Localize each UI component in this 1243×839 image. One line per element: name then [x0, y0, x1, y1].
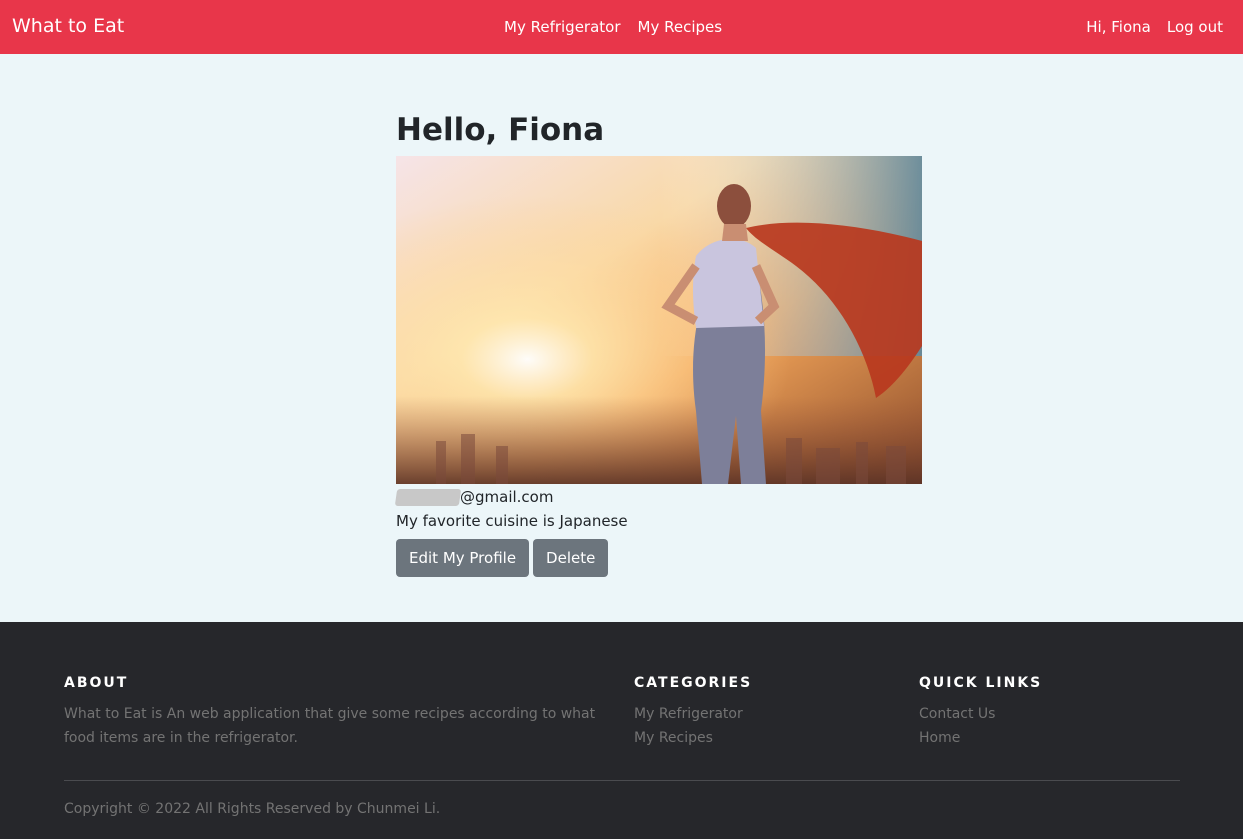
main-nav: My Refrigerator My Recipes: [504, 17, 722, 37]
site-footer: ABOUT What to Eat is An web application …: [0, 622, 1243, 839]
about-heading: ABOUT: [64, 675, 129, 691]
footer-link-home[interactable]: Home: [919, 726, 1179, 750]
footer-link-my-recipes[interactable]: My Recipes: [634, 726, 894, 750]
page-title: Hello, Fiona: [396, 112, 605, 148]
profile-section: Hello, Fiona @gmail.com My favorite cuis…: [394, 110, 922, 577]
logout-link[interactable]: Log out: [1167, 17, 1223, 37]
user-nav: Hi, Fiona Log out: [1086, 17, 1223, 37]
categories-heading: CATEGORIES: [634, 675, 753, 691]
profile-actions: Edit My Profile Delete: [396, 539, 922, 577]
email-text: @gmail.com: [460, 488, 554, 506]
favorite-cuisine: My favorite cuisine is Japanese: [396, 512, 628, 530]
footer-quick-links: QUICK LINKS Contact Us Home: [919, 673, 1179, 750]
delete-button[interactable]: Delete: [533, 539, 609, 577]
user-greeting-link[interactable]: Hi, Fiona: [1086, 17, 1151, 37]
redacted-email-user: [394, 488, 462, 506]
top-navbar: What to Eat My Refrigerator My Recipes H…: [0, 0, 1243, 54]
footer-about: ABOUT What to Eat is An web application …: [64, 673, 609, 750]
footer-link-contact-us[interactable]: Contact Us: [919, 702, 1179, 726]
brand-link[interactable]: What to Eat: [12, 14, 124, 38]
footer-link-my-refrigerator[interactable]: My Refrigerator: [634, 702, 894, 726]
footer-categories: CATEGORIES My Refrigerator My Recipes: [634, 673, 894, 750]
profile-photo: [396, 156, 922, 484]
nav-my-recipes[interactable]: My Recipes: [638, 17, 723, 37]
email-row: @gmail.com: [394, 487, 922, 507]
copyright-text: Copyright © 2022 All Rights Reserved by …: [64, 801, 441, 817]
nav-my-refrigerator[interactable]: My Refrigerator: [504, 17, 621, 37]
edit-profile-button[interactable]: Edit My Profile: [396, 539, 530, 577]
about-text: What to Eat is An web application that g…: [64, 706, 596, 746]
footer-divider: [64, 780, 1180, 781]
quicklinks-heading: QUICK LINKS: [919, 675, 1043, 691]
